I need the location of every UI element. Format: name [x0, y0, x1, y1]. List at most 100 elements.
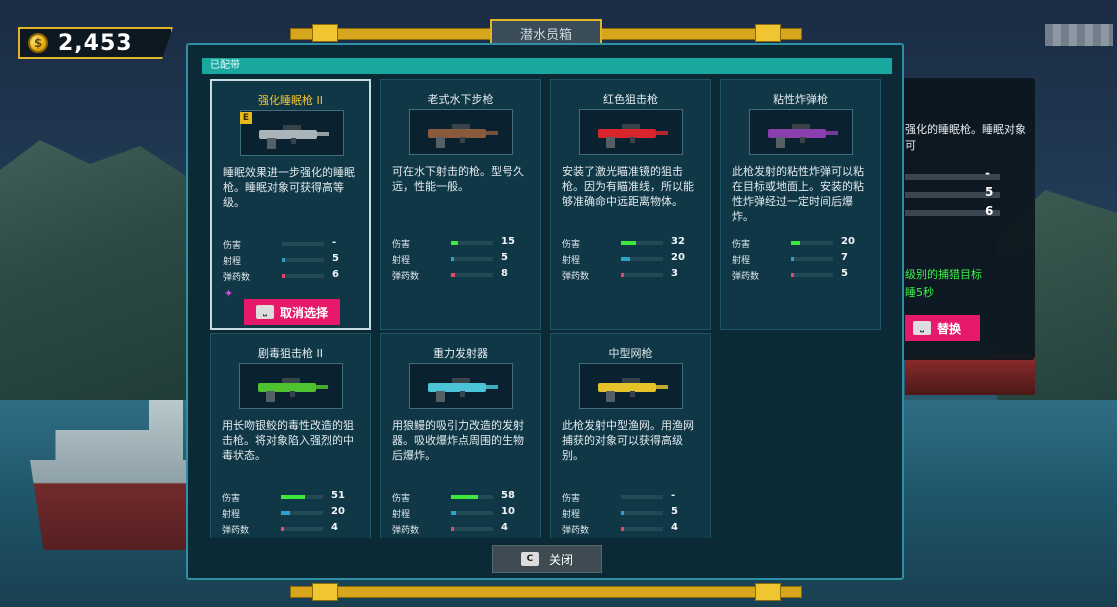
weapon-image-frame [579, 109, 683, 155]
stat-value-ammo: 4 [671, 522, 678, 533]
weapon-stats: 伤害 20 射程 7 弹药数 5 [732, 235, 874, 283]
stat-value-range: 20 [331, 506, 345, 517]
stat-bar-range [282, 258, 324, 262]
stat-label-ammo: 弹药数 [392, 272, 420, 282]
stat-bar-fill-range [621, 257, 630, 261]
detail-damage-value: - [985, 166, 990, 180]
stat-bar-damage [451, 495, 493, 499]
stat-label-ammo: 弹药数 [223, 273, 251, 283]
stat-row-damage: 伤害 - [223, 236, 365, 252]
deselect-button[interactable]: ⎵ 取消选择 [244, 299, 340, 325]
coin-counter: $ 2,453 [18, 27, 173, 59]
weapon-card[interactable]: 剧毒狙击枪 II 用长吻银鲛的毒性改造的狙击枪。将对象陷入强烈的中毒状态。 伤害 51… [210, 333, 371, 538]
weapon-card[interactable]: 中型网枪 此枪发射中型渔网。用渔网捕获的对象可以获得高级别。 伤害 - 射程 5 弹药数 4 [550, 333, 711, 538]
stat-row-range: 射程 5 [562, 505, 704, 521]
detail-effect-line2: 睡5秒 [905, 286, 934, 299]
stat-bar-ammo [621, 273, 663, 277]
replace-button-label: 替换 [937, 321, 962, 336]
stat-label-range: 射程 [392, 510, 411, 520]
stat-label-range: 射程 [562, 510, 581, 520]
stat-label-damage: 伤害 [223, 241, 242, 251]
stat-bar-fill-ammo [451, 527, 454, 531]
close-button[interactable]: C 关闭 [492, 545, 602, 573]
weapon-image-frame [749, 109, 853, 155]
stat-bar-fill-ammo [451, 273, 455, 277]
stat-row-ammo: 弹药数 3 [562, 267, 704, 283]
detail-ammo-value: 6 [985, 204, 994, 218]
stat-label-range: 射程 [562, 256, 581, 266]
stat-value-damage: 15 [501, 236, 515, 247]
weapon-image-frame [409, 363, 513, 409]
weapon-name: 粘性炸弹枪 [773, 93, 828, 106]
stat-bar-fill-range [451, 511, 456, 515]
sparkle-icon: ✦ [224, 287, 234, 300]
weapon-description: 用长吻银鲛的毒性改造的狙击枪。将对象陷入强烈的中毒状态。 [222, 419, 354, 462]
background-village [905, 355, 1035, 395]
stat-bar-fill-ammo [621, 527, 624, 531]
deselect-button-label: 取消选择 [279, 305, 328, 320]
stat-row-ammo: 弹药数 8 [392, 267, 534, 283]
stat-value-ammo: 4 [331, 522, 338, 533]
space-key-icon: ⎵ [913, 321, 931, 335]
stat-row-range: 射程 5 [392, 251, 534, 267]
weapon-name: 老式水下步枪 [427, 93, 494, 106]
stat-bar-range [791, 257, 833, 261]
weapon-card[interactable]: 强化睡眠枪 II E 睡眠效果进一步强化的睡眠枪。睡眠对象可获得高等级。 伤害 - 射程 5… [210, 79, 371, 330]
weapon-card[interactable]: 红色狙击枪 安装了激光瞄准镜的狙击枪。因为有瞄准线，所以能够准确命中远距离物体。伤… [550, 79, 711, 330]
stat-value-damage: - [671, 490, 676, 501]
c-key-icon: C [520, 552, 539, 566]
stat-value-range: 20 [671, 252, 685, 263]
diver-box-panel: 已配带 强化睡眠枪 II E 睡眠效果进一步强化的睡眠枪。睡眠对象可获得高等级。 伤害… [186, 43, 904, 580]
stat-label-damage: 伤害 [222, 494, 241, 504]
stat-label-range: 射程 [223, 257, 242, 267]
gun-icon [259, 125, 329, 149]
weapon-description: 用狼鳗的吸引力改造的发射器。吸收爆炸点周围的生物后爆炸。 [392, 419, 524, 462]
stat-bar-fill-range [621, 511, 624, 515]
top-frame-knob-left [312, 24, 338, 42]
stat-value-range: 5 [671, 506, 678, 517]
stat-bar-fill-range [281, 511, 290, 515]
weapon-grid[interactable]: 强化睡眠枪 II E 睡眠效果进一步强化的睡眠枪。睡眠对象可获得高等级。 伤害 - 射程 5… [202, 76, 892, 538]
stat-row-damage: 伤害 32 [562, 235, 704, 251]
weapon-card[interactable]: 老式水下步枪 可在水下射击的枪。型号久远，性能一般。 伤害 15 射程 5 弹药数 8 [380, 79, 541, 330]
weapon-image-frame [239, 363, 343, 409]
stat-label-damage: 伤害 [562, 240, 581, 250]
weapon-description: 此枪发射的粘性炸弹可以粘在目标或地面上。安装的粘性炸弹经过一定时间后爆炸。 [732, 165, 864, 223]
stat-label-ammo: 弹药数 [732, 272, 760, 282]
weapon-image-frame [409, 109, 513, 155]
stat-row-damage: 伤害 20 [732, 235, 874, 251]
stat-bar-range [451, 511, 493, 515]
stat-bar-range [621, 257, 663, 261]
stat-label-damage: 伤害 [392, 240, 411, 250]
stat-row-range: 射程 20 [562, 251, 704, 267]
stat-label-range: 射程 [392, 256, 411, 266]
weapon-description: 睡眠效果进一步强化的睡眠枪。睡眠对象可获得高等级。 [223, 166, 355, 209]
stat-bar-fill-ammo [281, 527, 284, 531]
replace-button[interactable]: ⎵ 替换 [905, 315, 980, 341]
stat-bar-damage [621, 495, 663, 499]
stat-row-ammo: 弹药数 6 [223, 268, 365, 284]
stat-value-range: 10 [501, 506, 515, 517]
weapon-image-frame [240, 110, 344, 156]
gun-icon [258, 378, 328, 402]
gun-icon [768, 124, 838, 148]
stat-bar-fill-damage [451, 495, 478, 499]
stat-row-damage: 伤害 15 [392, 235, 534, 251]
stat-bar-ammo [451, 527, 493, 531]
stat-value-ammo: 6 [332, 269, 339, 280]
weapon-card[interactable]: 粘性炸弹枪此枪发射的粘性炸弹可以粘在目标或地面上。安装的粘性炸弹经过一定时间后爆… [720, 79, 881, 330]
stat-bar-fill-range [791, 257, 794, 261]
stat-label-damage: 伤害 [562, 494, 581, 504]
stat-value-damage: - [332, 237, 337, 248]
stat-bar-range [281, 511, 323, 515]
weapon-name: 重力发射器 [433, 347, 488, 360]
stat-value-ammo: 8 [501, 268, 508, 279]
stat-value-damage: 58 [501, 490, 515, 501]
stat-label-damage: 伤害 [392, 494, 411, 504]
stat-bar-ammo [791, 273, 833, 277]
background-cliff-left [0, 140, 200, 440]
weapon-stats: 伤害 32 射程 20 弹药数 3 [562, 235, 704, 283]
stat-bar-fill-damage [281, 495, 305, 499]
weapon-card[interactable]: 重力发射器用狼鳗的吸引力改造的发射器。吸收爆炸点周围的生物后爆炸。伤害 58 射程 1… [380, 333, 541, 538]
weapon-name: 强化睡眠枪 II [258, 94, 323, 107]
